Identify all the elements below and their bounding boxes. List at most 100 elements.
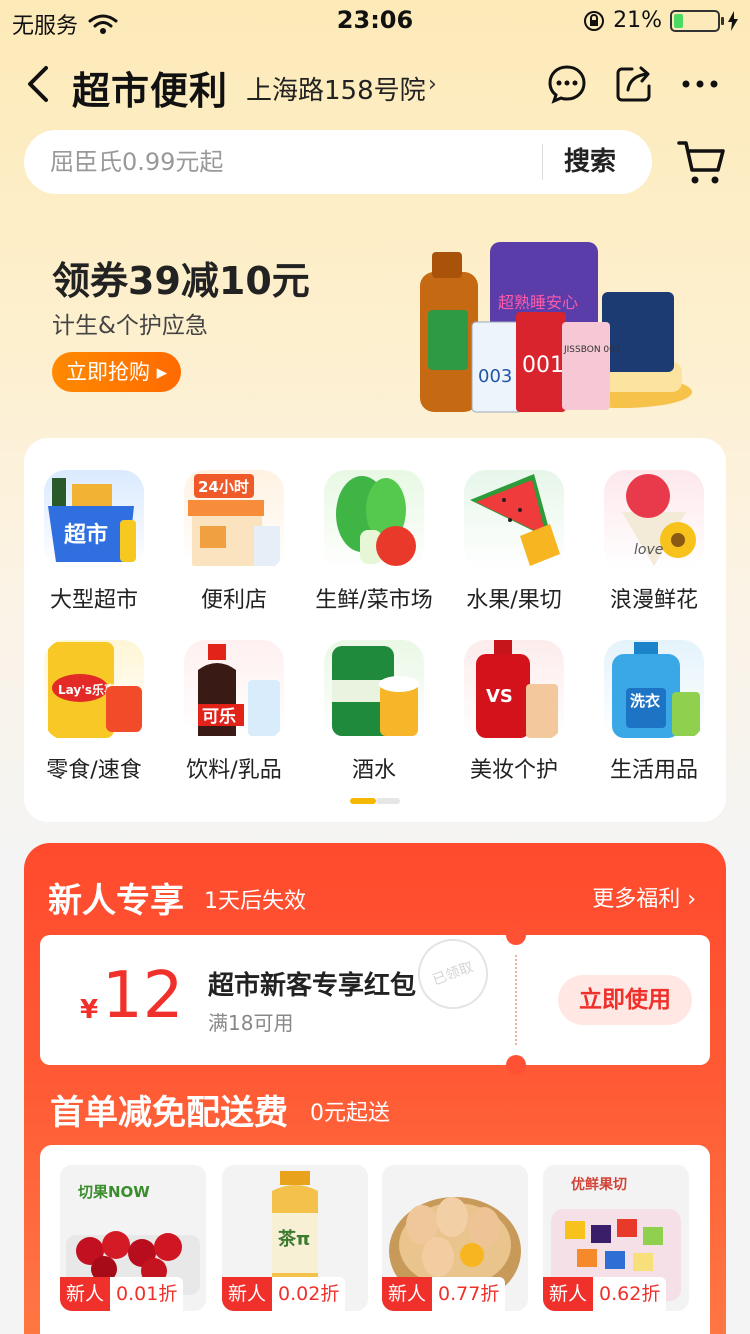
category-badge-6: 可乐 [202, 707, 236, 727]
message-icon[interactable] [547, 64, 587, 104]
category-badge-8: VS [486, 686, 513, 707]
category-badge-1: 24小时 [198, 478, 249, 496]
category-label: 美妆个护 [469, 758, 558, 783]
claimed-stamp: 已领取 [408, 929, 498, 1019]
coupon-amount: 12 [102, 959, 184, 1033]
status-right: 21% [583, 8, 738, 33]
product-card[interactable]: 新人 0.77折 [382, 1165, 528, 1311]
rotation-lock-icon [584, 10, 605, 31]
detergent-icon: 洗衣 [604, 640, 704, 740]
coupon-card[interactable]: ¥ 12 已领取 超市新客专享红包 满18可用 立即使用 [40, 925, 710, 1075]
category-fresh-produce[interactable]: 生鲜/菜市场 [314, 470, 434, 614]
category-grid: 超市 大型超市 24小时 便利店 生鲜/菜市场 水果/果切 love 浪漫鲜花 … [24, 438, 726, 822]
coupon-divider [515, 955, 517, 1045]
coupon-title: 超市新客专享红包 [208, 971, 417, 1001]
product-brand: 优鲜果切 [571, 1176, 627, 1193]
product-tag: 新人 0.77折 [382, 1277, 506, 1311]
share-icon[interactable] [614, 64, 654, 104]
category-flowers[interactable]: love 浪漫鲜花 [594, 470, 714, 614]
page-indicator [350, 798, 400, 804]
discount-tag: 0.01折 [110, 1277, 184, 1311]
discount-tag: 0.02折 [272, 1277, 346, 1311]
category-household[interactable]: 洗衣 生活用品 [594, 640, 714, 784]
page-title: 超市便利 [72, 69, 229, 113]
new-user-tag: 新人 [222, 1277, 273, 1311]
product-tag: 新人 0.62折 [543, 1277, 667, 1311]
category-convenience-store[interactable]: 24小时 便利店 [174, 470, 294, 614]
discount-tag: 0.62折 [593, 1277, 667, 1311]
page-indicator-inactive [376, 798, 400, 804]
new-user-tag: 新人 [382, 1277, 433, 1311]
page-indicator-active [350, 798, 376, 804]
newcomer-expire: 1天后失效 [204, 889, 306, 914]
cart-icon[interactable] [676, 136, 728, 188]
category-label: 酒水 [351, 758, 396, 783]
product-card[interactable]: 茶π 新人 0.02折 [222, 1165, 368, 1311]
status-bar: 无服务 23:06 21% [0, 0, 750, 40]
category-fruit[interactable]: 水果/果切 [454, 470, 574, 614]
vegetables-icon [324, 470, 424, 570]
art-label-0: 超熟睡安心 [498, 293, 578, 312]
delivery-subtitle: 0元起送 [310, 1101, 390, 1126]
category-badge-4: love [634, 542, 663, 558]
category-snacks[interactable]: Lay's乐事 零食/速食 [34, 640, 154, 784]
category-label: 浪漫鲜花 [609, 588, 698, 613]
search-bar: 搜索 [24, 130, 652, 194]
category-label: 便利店 [200, 588, 267, 613]
art-label-3: JISSBON 003 [563, 345, 621, 355]
newcomer-title: 新人专享 [48, 881, 184, 921]
address-selector[interactable]: 上海路158号院 [246, 70, 426, 107]
coupon-currency: ¥ [80, 995, 99, 1025]
category-badge-9: 洗衣 [630, 692, 660, 710]
category-label: 水果/果切 [466, 588, 562, 613]
category-label: 生鲜/菜市场 [315, 588, 433, 613]
coupon-notch-top [506, 925, 526, 945]
nav-bar: 超市便利 上海路158号院 › [0, 50, 750, 120]
more-icon[interactable] [680, 64, 720, 104]
banner-headline: 领券39减10元 [52, 259, 310, 303]
address-chevron-icon[interactable]: › [428, 72, 437, 97]
category-alcohol[interactable]: 酒水 [314, 640, 434, 784]
product-brand: 茶π [278, 1228, 310, 1250]
category-label: 生活用品 [609, 758, 698, 783]
battery-icon [670, 9, 724, 32]
category-badge-0: 超市 [64, 522, 108, 548]
back-icon[interactable] [22, 64, 54, 104]
category-drinks[interactable]: 可乐 饮料/乳品 [174, 640, 294, 784]
coupon-condition: 满18可用 [208, 1011, 294, 1035]
promo-banner[interactable]: 领券39减10元 计生&个护应急 立即抢购 ▸ 超熟睡安心 003 001 JI… [0, 210, 750, 430]
art-label-1: 003 [478, 366, 512, 387]
watermelon-icon [464, 470, 564, 570]
flowers-icon: love [604, 470, 704, 570]
banner-buy-button[interactable]: 立即抢购 ▸ [52, 352, 182, 392]
product-card[interactable]: 切果NOW 新人 0.01折 [60, 1165, 206, 1311]
more-benefits-link[interactable]: 更多福利 › [592, 881, 696, 913]
category-supermarket[interactable]: 超市 大型超市 [34, 470, 154, 614]
coupon-notch-bottom [506, 1055, 526, 1075]
product-tag: 新人 0.02折 [222, 1277, 346, 1311]
delivery-title: 首单减免配送费 [50, 1093, 288, 1133]
category-label: 饮料/乳品 [186, 758, 282, 783]
new-user-tag: 新人 [60, 1277, 111, 1311]
category-cosmetics[interactable]: VS 美妆个护 [454, 640, 574, 784]
product-tag: 新人 0.01折 [60, 1277, 184, 1311]
battery-percent: 21% [613, 8, 662, 33]
cola-icon: 可乐 [184, 640, 284, 740]
newcomer-section: 新人专享 1天后失效 更多福利 › ¥ 12 已领取 超市新客专享红包 满18可… [24, 843, 726, 1334]
product-brand: 切果NOW [78, 1183, 150, 1201]
search-divider [542, 144, 543, 180]
category-label: 零食/速食 [46, 758, 142, 783]
art-label-2: 001 [522, 353, 564, 378]
banner-subtitle: 计生&个护应急 [52, 313, 208, 339]
supermarket-basket-icon: 超市 [44, 470, 144, 570]
discount-tag: 0.77折 [432, 1277, 506, 1311]
search-input[interactable] [50, 130, 530, 194]
personal-care-products-image: 超熟睡安心 003 001 JISSBON 003 [420, 242, 692, 413]
search-button[interactable]: 搜索 [564, 130, 616, 194]
product-card[interactable]: 优鲜果切 新人 0.62折 [543, 1165, 689, 1311]
cosmetics-icon: VS [464, 640, 564, 740]
use-coupon-button[interactable]: 立即使用 [558, 975, 692, 1025]
beer-icon [324, 640, 424, 740]
category-label: 大型超市 [49, 588, 138, 613]
product-list: 切果NOW 新人 0.01折 茶π 新人 0.02折 新人 0.77折 优鲜果切… [40, 1145, 710, 1334]
